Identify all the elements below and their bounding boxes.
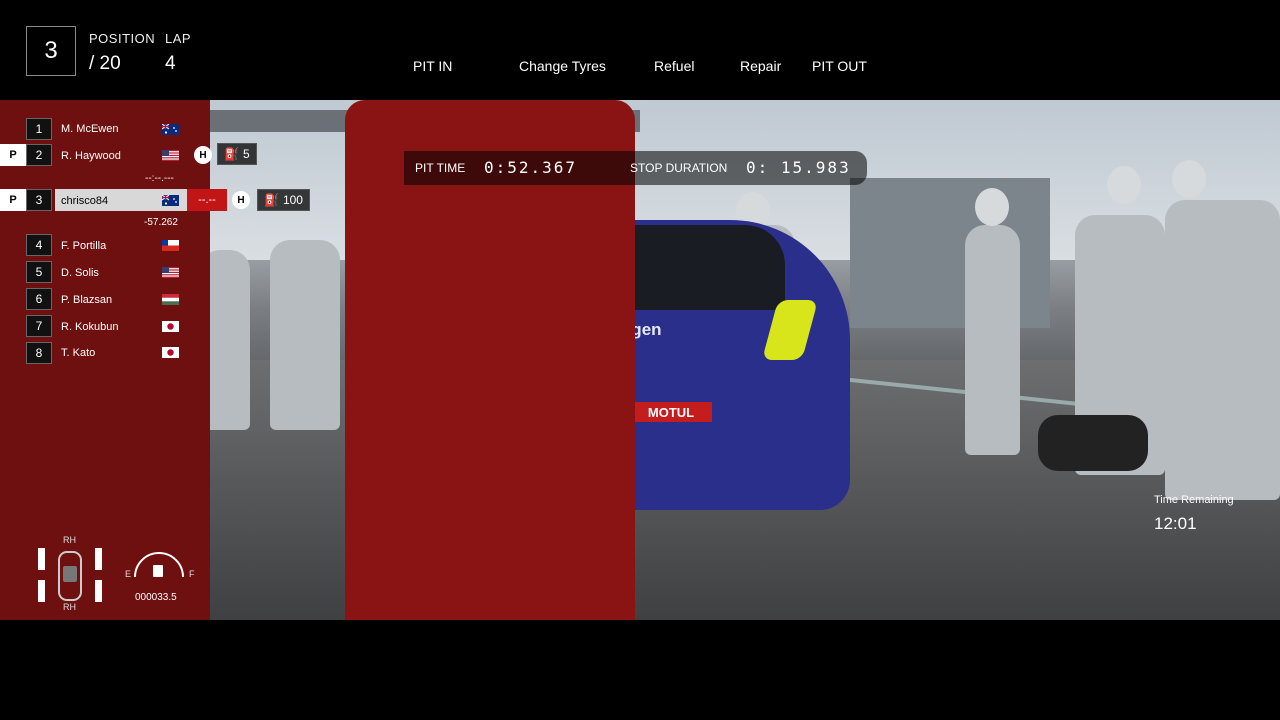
lap-label: LAP xyxy=(165,31,192,46)
repair-item[interactable]: Repair xyxy=(740,58,781,74)
flag-usa-icon xyxy=(162,150,179,161)
leaderboard-pos: 3 xyxy=(26,189,52,211)
position-total: / 20 xyxy=(89,53,121,74)
leaderboard-name: R. Kokubun xyxy=(61,321,119,333)
gap-text: -57.262 xyxy=(144,217,178,228)
pit-time-label: PIT TIME xyxy=(415,161,466,175)
spare-tyre xyxy=(1038,415,1148,471)
change-tyres-item[interactable]: Change Tyres xyxy=(519,58,606,74)
pit-time-value: 0:52.367 xyxy=(484,158,578,177)
crew-member xyxy=(270,240,340,430)
gap-text: --:--.--- xyxy=(145,173,174,184)
time-remaining-value: 12:01 xyxy=(1154,514,1197,533)
tyre-fl-indicator xyxy=(38,548,45,570)
leaderboard-pos: 4 xyxy=(26,234,52,256)
stop-duration-value: 0: 15.983 xyxy=(746,158,851,177)
crew-member xyxy=(1165,200,1280,500)
rear-tyre-label: RH xyxy=(63,602,76,612)
pit-status-badge: P xyxy=(0,189,26,211)
flag-hungary-icon xyxy=(162,294,179,305)
helmet xyxy=(1107,166,1141,204)
leaderboard-name: chrisco84 xyxy=(61,195,109,207)
fuel-value: 100 xyxy=(282,193,303,207)
position-label: POSITION xyxy=(89,31,156,46)
lap-value: 4 xyxy=(165,53,176,74)
pit-out-item[interactable]: PIT OUT xyxy=(812,58,867,74)
tyre-compound-badge: H xyxy=(232,191,250,209)
fuel-pump-icon: ⛽ xyxy=(264,193,279,207)
flag-chile-icon xyxy=(162,240,179,251)
delta-badge: --.-- xyxy=(187,189,227,211)
leaderboard-pos: 2 xyxy=(26,144,52,166)
leaderboard-pos: 6 xyxy=(26,288,52,310)
leaderboard-pos: 1 xyxy=(26,118,52,140)
flag-japan-icon xyxy=(162,321,179,332)
fuel-value: 5 xyxy=(242,147,250,161)
refuel-item[interactable]: Refuel xyxy=(654,58,694,74)
odometer: 000033.5 xyxy=(135,592,177,603)
flag-australia-icon xyxy=(162,124,179,135)
leaderboard-name: R. Haywood xyxy=(61,150,121,162)
leaderboard-pos: 8 xyxy=(26,342,52,364)
fuel-pump-icon: ⛽ xyxy=(224,147,239,161)
tyre-fr-indicator xyxy=(95,548,102,570)
fuel-empty-label: E xyxy=(125,569,132,579)
top-hud-bar: 3 POSITION / 20 LAP 4 PIT IN Change Tyre… xyxy=(0,0,1280,100)
tyre-rl-indicator xyxy=(38,580,45,602)
flag-japan-icon xyxy=(162,347,179,358)
pit-in-item[interactable]: PIT IN xyxy=(413,58,452,74)
leaderboard-pos: 5 xyxy=(26,261,52,283)
time-remaining-label: Time Remaining xyxy=(1154,494,1234,506)
leaderboard-name: F. Portilla xyxy=(61,240,107,252)
tyre-compound-badge: H xyxy=(194,146,212,164)
fuel-badge: ⛽ 5 xyxy=(217,143,257,165)
stop-duration-label: STOP DURATION xyxy=(630,161,728,175)
tyre-rr-indicator xyxy=(95,580,102,602)
leaderboard-name: D. Solis xyxy=(61,267,99,279)
crew-member xyxy=(965,225,1020,455)
fuel-full-label: F xyxy=(189,569,195,579)
pit-status-badge: P xyxy=(0,144,26,166)
fuel-badge: ⛽ 100 xyxy=(257,189,310,211)
front-tyre-label: RH xyxy=(63,535,76,545)
car-outline-icon xyxy=(58,551,82,601)
car-sponsor-motul: MOTUL xyxy=(630,402,712,422)
pit-building xyxy=(850,178,1050,328)
fuel-gauge-icon xyxy=(134,552,184,578)
helmet xyxy=(975,188,1009,226)
flag-usa-icon xyxy=(162,267,179,278)
flag-australia-icon xyxy=(162,195,179,206)
leaderboard-name: P. Blazsan xyxy=(61,294,113,306)
leaderboard-pos: 7 xyxy=(26,315,52,337)
leaderboard-name: T. Kato xyxy=(61,347,96,359)
leaderboard-name: M. McEwen xyxy=(61,123,119,135)
position-value: 3 xyxy=(26,26,76,76)
helmet xyxy=(1172,160,1206,198)
